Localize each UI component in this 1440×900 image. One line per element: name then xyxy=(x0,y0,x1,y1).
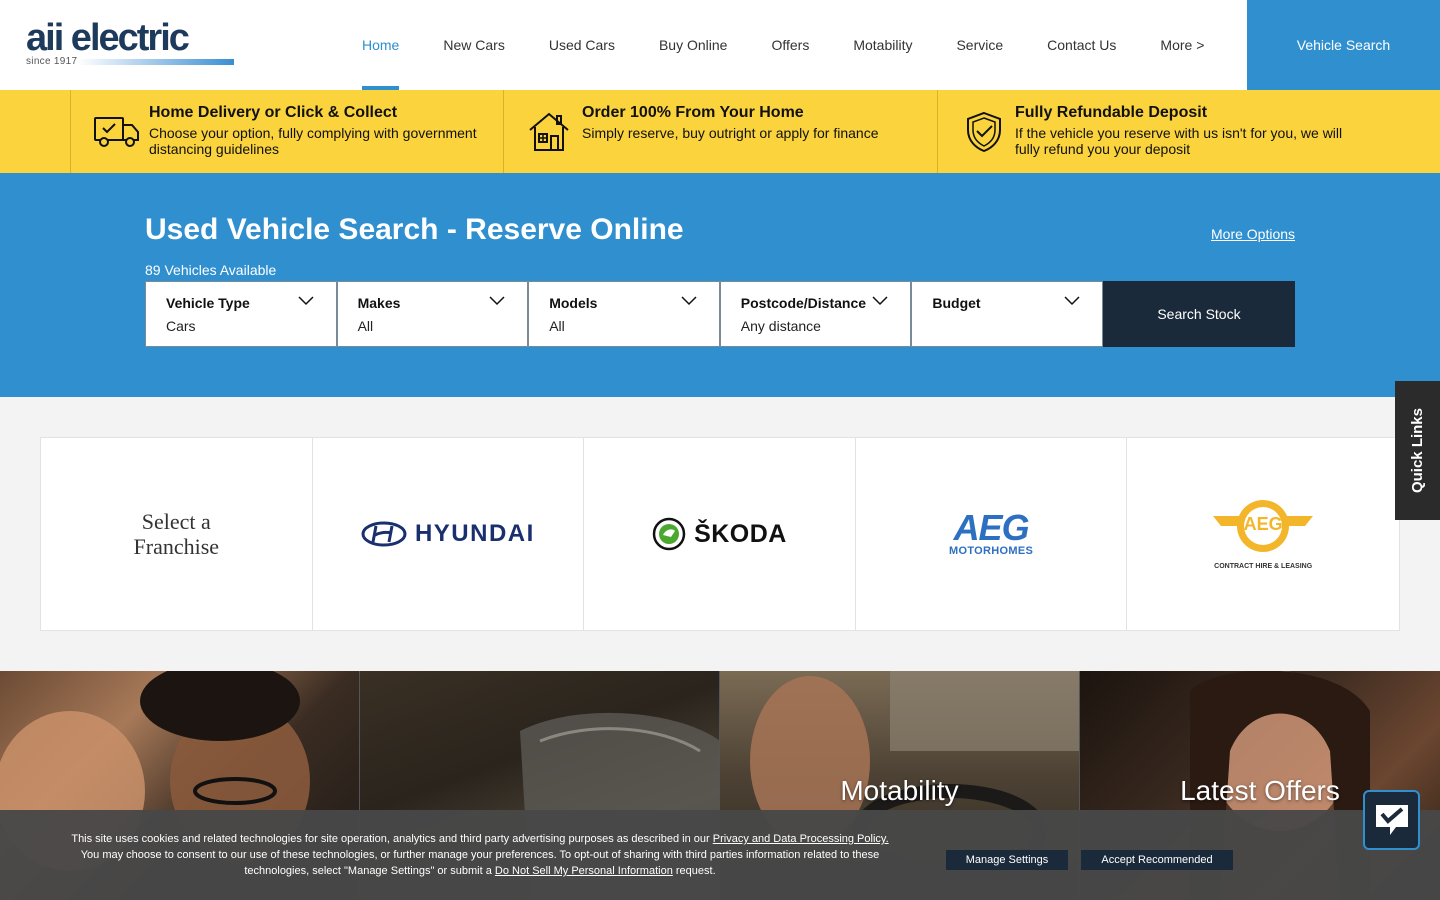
do-not-sell-link[interactable]: Do Not Sell My Personal Information xyxy=(495,865,673,877)
accept-recommended-button[interactable]: Accept Recommended xyxy=(1081,850,1233,870)
cookie-text-part: request. xyxy=(672,865,716,877)
chevron-down-icon xyxy=(298,296,314,306)
usp-title: Fully Refundable Deposit xyxy=(1015,104,1208,121)
chevron-down-icon xyxy=(489,296,505,306)
filter-value: All xyxy=(357,318,374,334)
usp-bar: Home Delivery or Click & Collect Choose … xyxy=(0,90,1440,173)
heading-line: Select a xyxy=(141,509,211,534)
site-header: aii electric since 1917 Home New Cars Us… xyxy=(0,0,1440,90)
chevron-down-icon xyxy=(681,296,697,306)
nav-item-home[interactable]: Home xyxy=(340,0,421,90)
hyundai-logo-icon xyxy=(361,521,407,547)
filter-value: Any distance xyxy=(740,318,821,334)
vehicles-available-count: 89 Vehicles Available xyxy=(145,262,277,278)
brand-name: AEG xyxy=(1243,514,1283,534)
brand-sub: CONTRACT HIRE & LEASING xyxy=(1214,563,1313,570)
main-nav: Home New Cars Used Cars Buy Online Offer… xyxy=(340,0,1226,90)
nav-item-buy-online[interactable]: Buy Online xyxy=(637,0,749,90)
chevron-down-icon xyxy=(872,296,888,306)
franchise-hyundai[interactable]: HYUNDAI xyxy=(313,438,585,630)
filter-label: Models xyxy=(549,295,598,311)
cookie-text-part: You may choose to consent to our use of … xyxy=(80,849,880,877)
heading-line: Franchise xyxy=(133,534,220,559)
filter-label: Budget xyxy=(932,295,981,311)
franchise-aeg-motorhomes[interactable]: AEG MOTORHOMES xyxy=(856,438,1128,630)
site-logo[interactable]: aii electric since 1917 xyxy=(26,18,238,68)
house-icon xyxy=(529,112,569,151)
privacy-policy-link[interactable]: Privacy and Data Processing Policy. xyxy=(713,833,889,845)
franchise-selector: Select a Franchise HYUNDAI ŠKODA AEG MOT… xyxy=(40,437,1400,631)
usp-refundable-deposit: Fully Refundable Deposit If the vehicle … xyxy=(937,90,1440,173)
tile-label: Motability xyxy=(840,775,959,806)
nav-item-used-cars[interactable]: Used Cars xyxy=(527,0,637,90)
usp-order-from-home: Order 100% From Your Home Simply reserve… xyxy=(503,90,937,173)
logo-gradient-bar xyxy=(78,59,234,65)
nav-item-offers[interactable]: Offers xyxy=(749,0,831,90)
makes-select[interactable]: Makes All xyxy=(336,281,529,347)
quick-links-tab[interactable]: Quick Links xyxy=(1395,381,1440,520)
nav-item-service[interactable]: Service xyxy=(934,0,1025,90)
logo-since: since 1917 xyxy=(26,56,78,67)
brand-name: ŠKODA xyxy=(694,519,787,548)
nav-item-motability[interactable]: Motability xyxy=(831,0,934,90)
search-filters: Vehicle Type Cars Makes All Models All P… xyxy=(145,281,1295,347)
select-franchise-heading: Select a Franchise xyxy=(41,438,313,630)
skoda-logo-icon xyxy=(652,517,686,551)
usp-title: Home Delivery or Click & Collect xyxy=(149,104,398,121)
budget-select[interactable]: Budget xyxy=(911,281,1103,347)
usp-title: Order 100% From Your Home xyxy=(582,104,804,121)
filter-label: Vehicle Type xyxy=(166,295,250,311)
nav-item-more[interactable]: More > xyxy=(1138,0,1226,90)
chat-icon xyxy=(1375,805,1408,835)
cookie-text-part: This site uses cookies and related techn… xyxy=(71,833,713,845)
cookie-banner: This site uses cookies and related techn… xyxy=(0,810,1440,900)
filter-value: All xyxy=(549,318,565,334)
brand-name: HYUNDAI xyxy=(414,520,535,547)
search-title: Used Vehicle Search - Reserve Online xyxy=(145,213,684,246)
models-select[interactable]: Models All xyxy=(528,281,720,347)
shield-check-icon xyxy=(967,111,1001,153)
cookie-text: This site uses cookies and related techn… xyxy=(70,831,890,879)
vehicle-type-select[interactable]: Vehicle Type Cars xyxy=(145,281,337,347)
franchise-skoda[interactable]: ŠKODA xyxy=(584,438,856,630)
franchise-aeg-contract-hire[interactable]: AEG CONTRACT HIRE & LEASING xyxy=(1127,438,1399,630)
logo-wordmark: aii electric xyxy=(26,17,190,59)
search-stock-button[interactable]: Search Stock xyxy=(1102,281,1295,347)
usp-text: Simply reserve, buy outright or apply fo… xyxy=(582,125,879,141)
filter-label: Postcode/Distance xyxy=(740,295,867,311)
brand-sub: MOTORHOMES xyxy=(949,545,1034,557)
postcode-distance-select[interactable]: Postcode/Distance Any distance xyxy=(719,281,912,347)
nav-item-contact-us[interactable]: Contact Us xyxy=(1025,0,1138,90)
usp-text: If the vehicle you reserve with us isn't… xyxy=(1015,125,1343,157)
more-options-link[interactable]: More Options xyxy=(1211,226,1295,242)
chevron-down-icon xyxy=(1064,296,1080,306)
usp-text: Choose your option, fully complying with… xyxy=(149,125,477,157)
filter-label: Makes xyxy=(357,295,401,311)
manage-settings-button[interactable]: Manage Settings xyxy=(946,850,1068,870)
delivery-van-icon xyxy=(94,117,139,147)
quick-links-label: Quick Links xyxy=(1409,407,1426,494)
vehicle-search-button[interactable]: Vehicle Search xyxy=(1247,0,1440,90)
filter-value: Cars xyxy=(166,318,196,334)
used-vehicle-search: Used Vehicle Search - Reserve Online Mor… xyxy=(0,173,1440,397)
nav-item-new-cars[interactable]: New Cars xyxy=(421,0,526,90)
chat-button[interactable] xyxy=(1363,790,1420,850)
brand-name: AEG xyxy=(953,507,1030,548)
usp-home-delivery: Home Delivery or Click & Collect Choose … xyxy=(70,90,504,173)
